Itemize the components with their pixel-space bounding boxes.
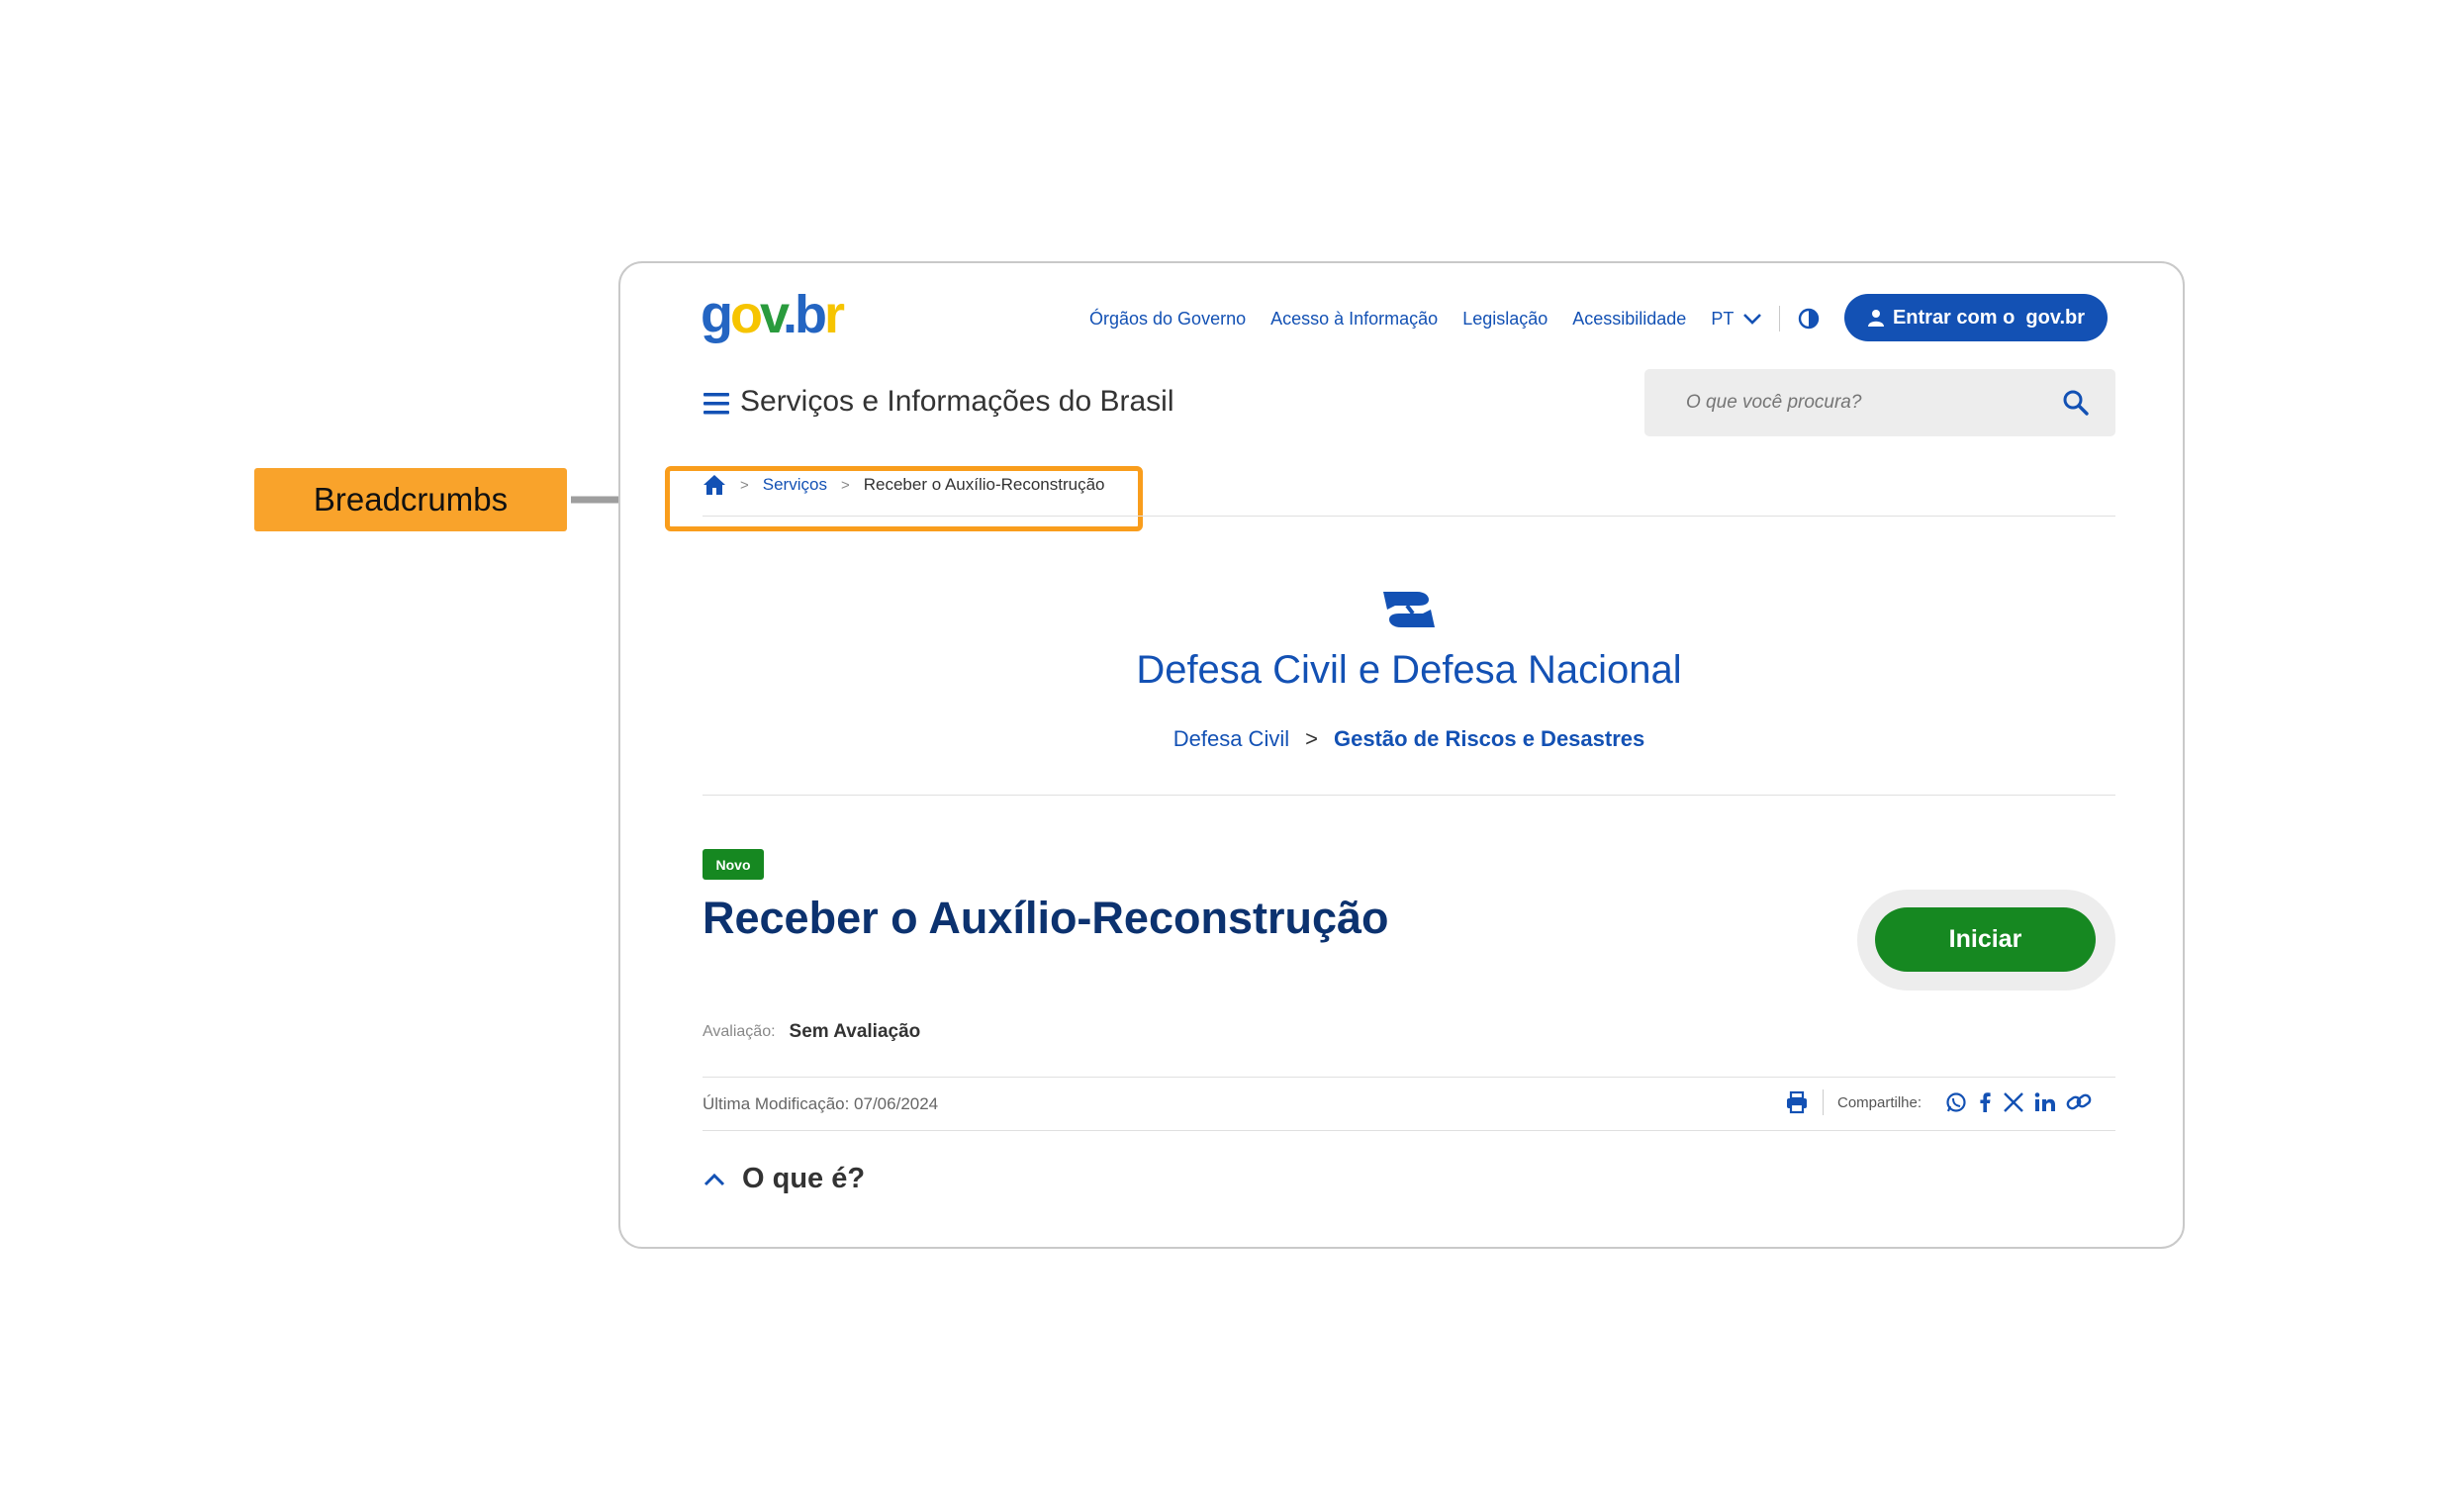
govbr-logo[interactable]: gov.br xyxy=(701,285,845,344)
category-link[interactable]: Defesa Civil xyxy=(1173,726,1289,752)
section-o-que-e[interactable]: O que é? xyxy=(703,1163,865,1195)
new-badge: Novo xyxy=(703,849,764,880)
divider xyxy=(703,1130,2115,1131)
search-box[interactable] xyxy=(1644,369,2115,436)
link-orgaos-governo[interactable]: Órgãos do Governo xyxy=(1089,309,1246,330)
divider xyxy=(703,795,2115,796)
linkedin-icon[interactable] xyxy=(2034,1091,2056,1113)
rating-value: Sem Avaliação xyxy=(789,1021,921,1042)
annotation-callout-label: Breadcrumbs xyxy=(313,481,509,518)
section-title: O que é? xyxy=(742,1163,866,1194)
link-acessibilidade[interactable]: Acessibilidade xyxy=(1572,309,1686,330)
link-acesso-informacao[interactable]: Acesso à Informação xyxy=(1270,309,1438,330)
language-selector[interactable]: PT xyxy=(1711,309,1763,330)
facebook-icon[interactable] xyxy=(1977,1091,1993,1113)
user-icon xyxy=(1867,310,1884,327)
start-button[interactable]: Iniciar xyxy=(1875,907,2096,972)
share-toolbar: Compartilhe: xyxy=(1785,1089,2092,1115)
category-separator: > xyxy=(1305,726,1318,751)
x-twitter-icon[interactable] xyxy=(2003,1091,2024,1113)
print-icon[interactable] xyxy=(1785,1090,1809,1114)
site-title[interactable]: Serviços e Informações do Brasil xyxy=(740,385,1174,419)
login-button[interactable]: Entrar com o gov.br xyxy=(1844,294,2108,341)
helping-hands-icon xyxy=(1383,592,1435,627)
login-label: Entrar com o gov.br xyxy=(1892,306,2086,329)
menu-icon[interactable] xyxy=(704,392,729,416)
subcategory-link[interactable]: Gestão de Riscos e Desastres xyxy=(1334,726,1644,752)
service-title: Receber o Auxílio-Reconstrução xyxy=(703,893,1389,943)
divider xyxy=(703,1077,2115,1078)
link-legislacao[interactable]: Legislação xyxy=(1462,309,1548,330)
rating: Avaliação: Sem Avaliação xyxy=(703,1021,920,1043)
divider xyxy=(1823,1089,1824,1115)
chevron-down-icon xyxy=(1743,314,1762,325)
search-input[interactable] xyxy=(1684,391,2044,415)
whatsapp-icon[interactable] xyxy=(1945,1091,1967,1113)
rating-label: Avaliação: xyxy=(703,1023,776,1040)
annotation-callout: Breadcrumbs xyxy=(254,468,567,531)
divider xyxy=(1779,306,1781,331)
search-icon[interactable] xyxy=(2062,389,2090,417)
top-links: Órgãos do Governo Acesso à Informação Le… xyxy=(1089,306,1820,331)
contrast-icon[interactable] xyxy=(1798,308,1820,330)
organization-title: Defesa Civil e Defesa Nacional xyxy=(1136,648,1682,692)
share-label: Compartilhe: xyxy=(1837,1093,1923,1111)
divider xyxy=(703,516,2115,517)
language-label: PT xyxy=(1711,308,1735,329)
breadcrumb-highlight-box xyxy=(665,466,1143,531)
organization-category-path: Defesa Civil > Gestão de Riscos e Desast… xyxy=(703,726,2115,752)
link-icon[interactable] xyxy=(2066,1091,2092,1113)
last-modified: Última Modificação: 07/06/2024 xyxy=(703,1094,939,1113)
chevron-up-icon xyxy=(704,1173,725,1185)
